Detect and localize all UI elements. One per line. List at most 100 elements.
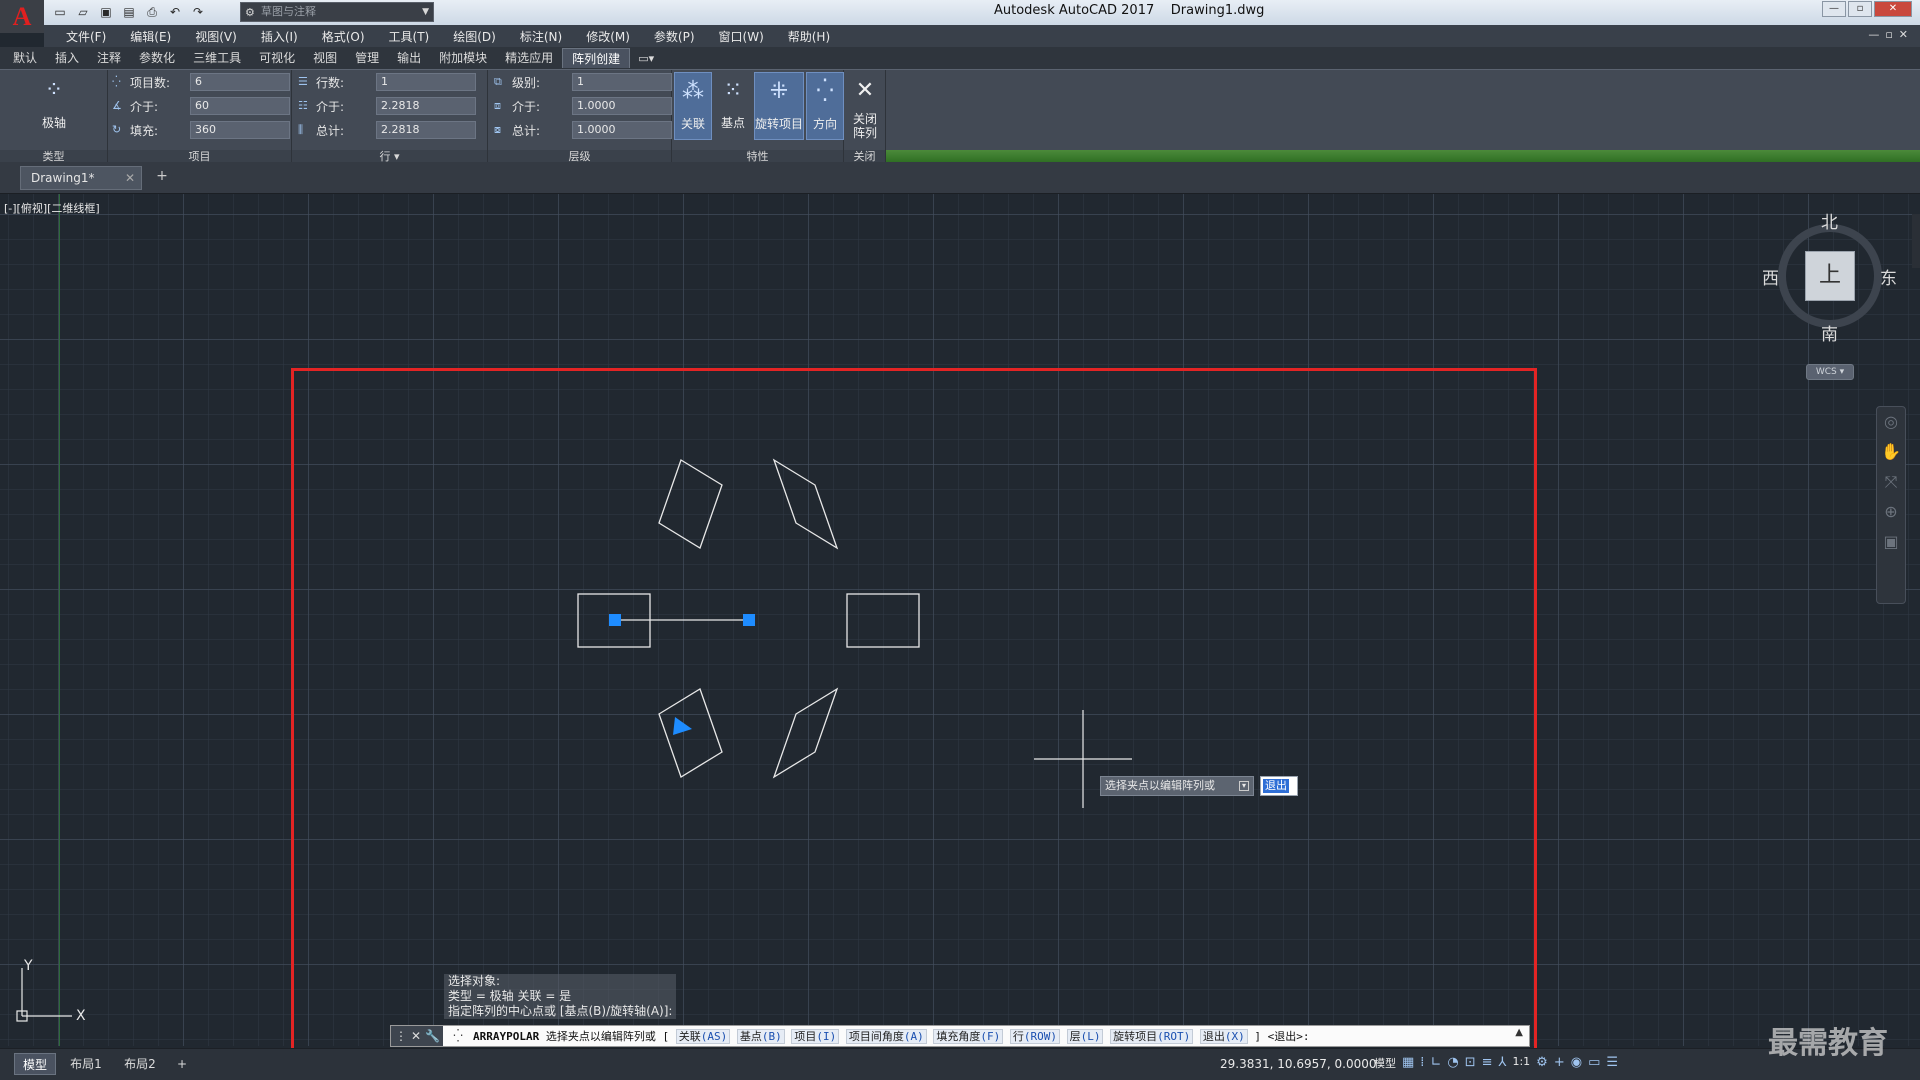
showmotion-icon[interactable]: ▣: [1877, 527, 1905, 557]
tab-output[interactable]: 输出: [388, 48, 430, 68]
tab-layout1[interactable]: 布局1: [62, 1053, 110, 1075]
menu-edit[interactable]: 编辑(E): [118, 28, 183, 45]
wcs-menu[interactable]: WCS ▾: [1806, 364, 1854, 380]
drawing-canvas[interactable]: [-][俯视][二维线框] 选择夹点以编辑阵列或 ▾ 退出 上 北 南 西 东 …: [0, 194, 1920, 1064]
row-count-input[interactable]: 1: [376, 73, 476, 91]
compass-east[interactable]: 东: [1880, 264, 1897, 289]
close-tab-icon[interactable]: ✕: [125, 167, 135, 189]
view-cube[interactable]: 上 北 南 西 东: [1762, 213, 1897, 345]
ortho-icon[interactable]: ∟: [1430, 1055, 1441, 1071]
menu-window[interactable]: 窗口(W): [707, 28, 776, 45]
tab-view[interactable]: 视图: [304, 48, 346, 68]
open-file-icon[interactable]: ▱: [73, 2, 93, 22]
base-point-button[interactable]: ⁙ 基点: [714, 72, 752, 140]
tab-insert[interactable]: 插入: [46, 48, 88, 68]
doc-window-controls[interactable]: —▫✕: [1868, 28, 1914, 41]
option-associative[interactable]: 关联(AS): [675, 1029, 731, 1044]
isolate-icon[interactable]: ◉: [1571, 1055, 1582, 1071]
level-between-input[interactable]: 1.0000: [572, 97, 672, 115]
fullscreen-icon[interactable]: ▭: [1588, 1055, 1600, 1071]
ribbon-options-icon[interactable]: ▭▾: [638, 52, 654, 65]
options-dropdown-icon[interactable]: ▾: [1239, 781, 1249, 791]
menu-dimension[interactable]: 标注(N): [508, 28, 574, 45]
item-count-input[interactable]: 6: [190, 73, 290, 91]
coordinates-readout[interactable]: 29.3831, 10.6957, 0.0000: [1220, 1057, 1377, 1071]
pan-icon[interactable]: ✋: [1877, 437, 1905, 467]
tab-addins[interactable]: 附加模块: [430, 48, 496, 68]
option-levels[interactable]: 层(L): [1066, 1029, 1104, 1044]
print-icon[interactable]: ⎙: [142, 2, 162, 22]
item-between-input[interactable]: 60: [190, 97, 290, 115]
annotation-icon[interactable]: ⅄: [1499, 1055, 1507, 1071]
customize-wrench-icon[interactable]: 🔧: [425, 1029, 440, 1043]
menu-view[interactable]: 视图(V): [183, 28, 249, 45]
array-item-bottom-left[interactable]: [658, 688, 723, 778]
menu-modify[interactable]: 修改(M): [574, 28, 642, 45]
menu-file[interactable]: 文件(F): [54, 28, 118, 45]
option-exit[interactable]: 退出(X): [1199, 1029, 1248, 1044]
minimize-button[interactable]: —: [1822, 1, 1846, 17]
customize-menu-icon[interactable]: ☰: [1606, 1055, 1618, 1071]
menu-format[interactable]: 格式(O): [310, 28, 377, 45]
associative-button[interactable]: ⁂ 关联: [674, 72, 712, 140]
menu-help[interactable]: 帮助(H): [776, 28, 842, 45]
array-item-top-left[interactable]: [658, 459, 723, 549]
menu-tools[interactable]: 工具(T): [377, 28, 442, 45]
row-between-input[interactable]: 2.2818: [376, 97, 476, 115]
tab-array-creation[interactable]: 阵列创建: [562, 48, 631, 68]
polar-type-button[interactable]: ⁘ 极轴: [34, 72, 74, 140]
tab-featured-apps[interactable]: 精选应用: [496, 48, 562, 68]
workspace-selector[interactable]: ⚙ 草图与注释 ▼: [240, 2, 434, 22]
app-menu-button[interactable]: A: [0, 0, 44, 33]
command-history-up-icon[interactable]: ▲: [1515, 1027, 1523, 1038]
menu-parameter[interactable]: 参数(P): [642, 28, 707, 45]
array-item-bottom-right[interactable]: [772, 687, 839, 779]
compass-south[interactable]: 南: [1821, 320, 1838, 345]
save-as-icon[interactable]: ▤: [119, 2, 139, 22]
tab-annotate[interactable]: 注释: [88, 48, 130, 68]
settings-gear-icon[interactable]: ⚙: [1536, 1055, 1548, 1071]
menu-insert[interactable]: 插入(I): [249, 28, 310, 45]
option-fill-angle[interactable]: 填充角度(F): [933, 1029, 1004, 1044]
file-tab-drawing1[interactable]: Drawing1* ✕: [20, 166, 142, 190]
maximize-button[interactable]: ▫: [1848, 1, 1872, 17]
option-base-point[interactable]: 基点(B): [736, 1029, 785, 1044]
grip-handle-icon[interactable]: ⋮: [395, 1029, 407, 1043]
rotate-items-button[interactable]: ⁜ 旋转项目: [754, 72, 804, 140]
new-file-icon[interactable]: ▭: [50, 2, 70, 22]
tab-layout2[interactable]: 布局2: [116, 1053, 164, 1075]
save-icon[interactable]: ▣: [96, 2, 116, 22]
redo-icon[interactable]: ↷: [188, 2, 208, 22]
array-command-icon[interactable]: ⁛: [447, 1026, 469, 1046]
level-total-input[interactable]: 1.0000: [572, 121, 672, 139]
model-space-toggle[interactable]: 模型: [1374, 1055, 1396, 1071]
new-tab-button[interactable]: +: [152, 168, 172, 188]
annotation-scale[interactable]: 1:1: [1512, 1055, 1530, 1071]
polar-tracking-icon[interactable]: ◔: [1447, 1055, 1458, 1071]
tab-manage[interactable]: 管理: [346, 48, 388, 68]
add-layout-button[interactable]: +: [172, 1053, 192, 1075]
option-rotate-items[interactable]: 旋转项目(ROT): [1110, 1029, 1194, 1044]
close-array-button[interactable]: ✕ 关闭 阵列: [846, 72, 884, 140]
orbit-icon[interactable]: ⊕: [1877, 497, 1905, 527]
base-grip[interactable]: [609, 614, 621, 626]
item-count-grip[interactable]: [673, 717, 692, 735]
option-angle-between[interactable]: 项目间角度(A): [845, 1029, 927, 1044]
zoom-icon[interactable]: ⤧: [1877, 467, 1905, 497]
menu-draw[interactable]: 绘图(D): [441, 28, 508, 45]
option-items[interactable]: 项目(I): [791, 1029, 840, 1044]
row-total-input[interactable]: 2.2818: [376, 121, 476, 139]
view-cube-top-face[interactable]: 上: [1805, 251, 1855, 301]
close-button[interactable]: ✕: [1874, 1, 1912, 17]
object-snap-icon[interactable]: ⊡: [1465, 1055, 1476, 1071]
tab-visualize[interactable]: 可视化: [250, 48, 304, 68]
command-line[interactable]: ⋮ ✕ 🔧 ⁛ ARRAYPOLAR 选择夹点以编辑阵列或 [ 关联(AS) 基…: [390, 1025, 1530, 1047]
dynamic-input-field[interactable]: 退出: [1260, 776, 1298, 796]
direction-button[interactable]: ⁛ 方向: [806, 72, 844, 140]
option-rows[interactable]: 行(ROW): [1009, 1029, 1060, 1044]
tab-default[interactable]: 默认: [4, 48, 46, 68]
grid-icon[interactable]: ▦: [1402, 1055, 1414, 1071]
lineweight-icon[interactable]: ≡: [1482, 1055, 1493, 1071]
steering-wheel-icon[interactable]: ◎: [1877, 407, 1905, 437]
snap-icon[interactable]: ⁞: [1420, 1055, 1424, 1071]
